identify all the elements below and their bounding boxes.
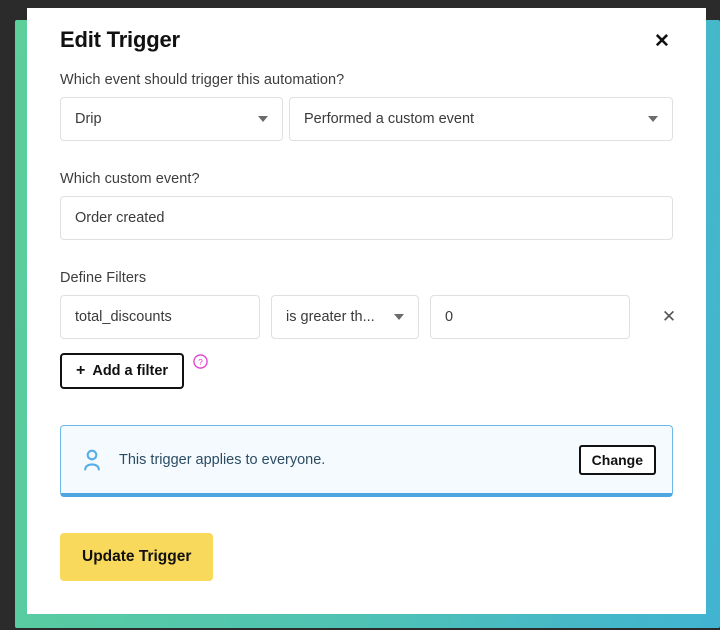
remove-filter-icon[interactable]: ✕: [658, 306, 680, 328]
plus-icon: +: [76, 362, 86, 379]
filter-field-value: total_discounts: [75, 309, 172, 325]
svg-text:?: ?: [198, 357, 203, 367]
event-select-row: Drip Performed a custom event: [60, 97, 673, 141]
filter-operator-value: is greater th...: [286, 309, 375, 325]
source-select-value: Drip: [75, 111, 102, 127]
close-icon[interactable]: ✕: [651, 30, 673, 52]
source-select[interactable]: Drip: [60, 97, 283, 141]
filter-operator-select[interactable]: is greater th...: [271, 295, 419, 339]
filter-field-input[interactable]: total_discounts: [60, 295, 260, 339]
change-audience-button[interactable]: Change: [578, 444, 656, 475]
custom-event-value: Order created: [75, 210, 165, 226]
event-section: Which event should trigger this automati…: [60, 72, 673, 141]
update-trigger-button[interactable]: Update Trigger: [60, 533, 214, 581]
filter-row: total_discounts is greater th... 0 ✕: [60, 295, 676, 339]
add-filter-label: Add a filter: [92, 363, 169, 379]
filters-section: Define Filters total_discounts is greate…: [60, 270, 676, 389]
edit-trigger-modal: Edit Trigger ✕ Which event should trigge…: [27, 8, 706, 614]
filters-label: Define Filters: [60, 270, 147, 286]
chevron-down-icon: [394, 314, 404, 320]
custom-event-input[interactable]: Order created: [60, 196, 673, 240]
add-filter-row: + Add a filter ?: [60, 353, 673, 389]
custom-event-label: Which custom event?: [60, 171, 200, 187]
filter-value-input[interactable]: 0: [430, 295, 630, 339]
add-filter-button[interactable]: + Add a filter: [60, 353, 185, 389]
chevron-down-icon: [258, 116, 268, 122]
audience-notice: This trigger applies to everyone. Change: [60, 425, 673, 497]
event-type-select-value: Performed a custom event: [304, 111, 475, 127]
filter-value-value: 0: [445, 309, 454, 325]
audience-notice-text: This trigger applies to everyone.: [119, 451, 326, 468]
person-icon: [81, 448, 103, 472]
chevron-down-icon: [648, 116, 658, 122]
custom-event-section: Which custom event? Order created: [60, 171, 673, 240]
event-type-select[interactable]: Performed a custom event: [289, 97, 673, 141]
help-circle-icon[interactable]: ?: [193, 354, 208, 369]
page-title: Edit Trigger: [60, 27, 180, 52]
modal-header: Edit Trigger ✕: [60, 8, 673, 72]
event-section-label: Which event should trigger this automati…: [60, 72, 345, 88]
